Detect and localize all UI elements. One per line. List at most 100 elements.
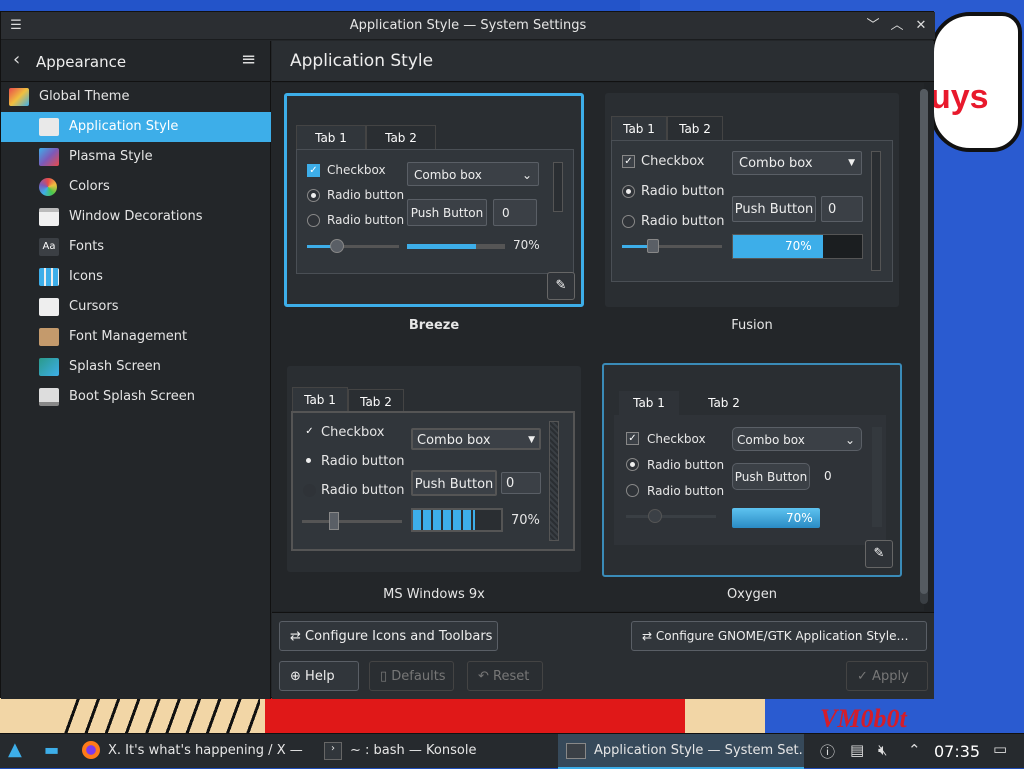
sidebar-item-font-management[interactable]: Font Management [1,322,271,352]
sidebar-item-label: Colors [69,179,110,194]
preview-combo: Combo box ▼ [411,428,541,450]
app-launcher-icon[interactable]: ▲ [8,739,22,760]
triangle-down-icon: ▼ [848,158,855,168]
sidebar-item-label: Cursors [69,299,119,314]
plasma-style-icon [39,148,59,166]
defaults-button[interactable]: ▯ Defaults [369,661,454,691]
back-arrow-icon[interactable]: ‹ [13,49,20,70]
title-bar[interactable]: ☰ Application Style — System Settings ﹀ … [1,12,935,40]
preview-progress-label: 70% [785,239,812,253]
preview-combo-label: Combo box [739,156,813,171]
task-firefox[interactable]: X. It's what's happening / X — ... [78,734,306,769]
preview-progress-label: 70% [786,511,813,525]
button-bar: ⇄ Configure Icons and Toolbars ⇄ Configu… [272,612,934,699]
preview-checkbox: ✓ [307,164,320,177]
style-card-ms-windows-9x[interactable]: Tab 1 Tab 2 ✓ Checkbox Radio button Radi… [287,366,581,572]
sidebar-item-label: Boot Splash Screen [69,389,195,404]
system-settings-window: ☰ Application Style — System Settings ﹀ … [0,11,935,699]
sidebar-item-label: Plasma Style [69,149,153,164]
edit-style-button[interactable]: ✎ [865,540,893,568]
page-header: Application Style [272,41,934,82]
task-konsole[interactable]: › ~ : bash — Konsole [318,734,554,769]
hamburger-menu-icon[interactable]: ≡ [241,49,256,70]
sidebar-item-plasma-style[interactable]: Plasma Style [1,142,271,172]
sidebar-item-fonts[interactable]: Aa Fonts [1,232,271,262]
main-scrollbar-thumb[interactable] [920,89,928,594]
apply-button[interactable]: ✓ Apply [846,661,928,691]
expand-tray-icon[interactable]: ⌃ [908,741,921,759]
sidebar-item-label: Icons [69,269,103,284]
file-manager-icon[interactable]: ▬ [44,740,59,759]
sidebar-item-label: Window Decorations [69,209,203,224]
preview-push-button: Push Button [411,470,497,496]
preview-combo: Combo box ▼ [732,151,862,175]
configure-icons-toolbars-button[interactable]: ⇄ Configure Icons and Toolbars [279,621,498,651]
preview-tab-1: Tab 1 [611,116,667,140]
reset-button[interactable]: ↶ Reset [467,661,543,691]
style-card-fusion[interactable]: Tab 1 Tab 2 ✓ Checkbox Radio button Radi… [605,93,899,307]
style-caption-oxygen: Oxygen [726,587,778,602]
preview-tab-2: Tab 2 [667,116,723,140]
update-notifier-icon[interactable]: ⓘ [820,741,835,762]
terminal-icon: › [324,742,342,760]
preview-radio-on [626,458,639,471]
speech-bubble-text: uys [930,78,989,116]
show-desktop-icon[interactable]: ▭ [993,740,1007,758]
preview-push-button: Push Button [407,199,487,226]
preview-progress-label: 70% [511,513,540,528]
taskbar: ▲ ▬ X. It's what's happening / X — ... ›… [0,733,1024,769]
configure-gtk-style-button[interactable]: ⇄ Configure GNOME/GTK Application Style… [631,621,927,651]
style-card-breeze[interactable]: Tab 1 Tab 2 ✓ Checkbox Radio button Radi… [284,93,584,307]
close-button[interactable]: ✕ [912,17,930,35]
preview-radio-label: Radio button [321,483,405,498]
edit-style-button[interactable]: ✎ [547,272,575,300]
sidebar-item-label: Splash Screen [69,359,161,374]
undo-icon: ↶ [478,669,489,684]
preview-combo: Combo box ⌄ [732,427,862,451]
preview-push-button: Push Button [732,196,816,222]
preview-checkbox-label: Checkbox [641,154,705,169]
style-card-oxygen[interactable]: Tab 1 Tab 2 ✓ Checkbox Radio button Radi… [602,363,902,577]
clock[interactable]: 07:35 [934,742,980,761]
sidebar-item-colors[interactable]: Colors [1,172,271,202]
sidebar-item-icons[interactable]: Icons [1,262,271,292]
sidebar-item-application-style[interactable]: Application Style [1,112,271,142]
preview-combo-label: Combo box [417,433,491,448]
style-grid: Tab 1 Tab 2 ✓ Checkbox Radio button Radi… [272,83,924,611]
sidebar-back-label[interactable]: Appearance [36,53,126,71]
volume-muted-icon[interactable]: 🔇︎ [878,741,887,759]
minimize-button[interactable]: ﹀ [864,17,882,35]
wallpaper-stripes [60,698,260,735]
apply-label: Apply [872,669,909,684]
preview-progress [411,508,503,532]
main-scrollbar[interactable] [920,89,928,604]
window-title: Application Style — System Settings [349,18,587,33]
style-caption-breeze: Breeze [408,318,460,333]
preview-combo-label: Combo box [737,433,805,447]
sidebar-item-label: Global Theme [39,89,130,104]
sidebar-item-boot-splash-screen[interactable]: Boot Splash Screen [1,382,271,412]
sliders-icon: ⇄ [642,629,653,643]
icons-icon [39,268,59,286]
task-system-settings[interactable]: Application Style — System Set... [558,734,804,769]
check-icon: ✓ [857,669,868,684]
preview-tab-2: Tab 2 [708,396,740,410]
preview-radio-label: Radio button [327,188,405,202]
sidebar-item-label: Font Management [69,329,188,344]
pencil-icon: ✎ [873,546,885,561]
sidebar-item-global-theme[interactable]: Global Theme [1,82,271,112]
sidebar-item-cursors[interactable]: Cursors [1,292,271,322]
clipboard-icon[interactable]: ▤ [850,741,864,759]
preview-scrollbar [872,427,882,527]
preview-scrollbar [871,151,881,271]
preview-checkbox: ✓ [622,155,635,168]
sidebar-item-splash-screen[interactable]: Splash Screen [1,352,271,382]
preview-scrollbar [553,162,563,212]
help-button[interactable]: ⊕ Help [279,661,359,691]
maximize-button[interactable]: ︿ [888,17,906,35]
fonts-icon: Aa [39,238,59,256]
preview-radio-label: Radio button [647,484,725,498]
preview-slider [626,515,716,518]
preview-spinbox: 0 [501,472,541,494]
sidebar-item-window-decorations[interactable]: Window Decorations [1,202,271,232]
